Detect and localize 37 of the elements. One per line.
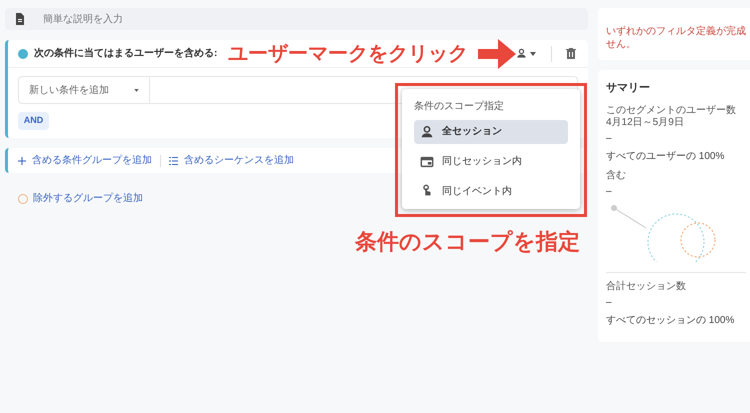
group-title: 次の条件に当てはまるユーザーを含める: bbox=[34, 46, 218, 61]
plus-icon bbox=[18, 156, 26, 164]
person-icon bbox=[516, 48, 527, 59]
menu-item[interactable]: 全セッション bbox=[414, 120, 568, 144]
metric-value: – bbox=[606, 184, 612, 198]
document-icon bbox=[15, 13, 25, 25]
caret-icon bbox=[530, 52, 536, 56]
metric-share: すべてのユーザーの 100% bbox=[606, 150, 726, 164]
description-field[interactable]: 簡単な説明を入力 bbox=[5, 8, 588, 30]
metric-value: – bbox=[606, 132, 612, 146]
annotation-text: ユーザーマークをクリック bbox=[228, 42, 468, 67]
and-button[interactable]: AND bbox=[18, 112, 49, 130]
condition-dropdown[interactable]: 新しい条件を追加 bbox=[19, 77, 150, 103]
metric-label: このセグメントのユーザー数 bbox=[606, 104, 737, 116]
arrow-icon bbox=[478, 39, 516, 69]
summary-title: サマリー bbox=[606, 81, 651, 96]
menu-title: 条件のスコープ指定 bbox=[414, 100, 505, 114]
date-range: 4月12日～5月9日 bbox=[606, 116, 685, 128]
exclude-link[interactable]: 除外するグループを追加 bbox=[18, 191, 143, 206]
add-link[interactable]: 含める条件グループを追加 bbox=[18, 153, 152, 168]
metric-label: 含む bbox=[606, 170, 627, 182]
window-icon bbox=[420, 154, 434, 168]
caret-icon bbox=[134, 88, 139, 92]
menu-item[interactable]: 同じイベント内 bbox=[414, 179, 568, 204]
metric-value: – bbox=[606, 296, 612, 310]
warning-text: せん。 bbox=[606, 38, 637, 51]
add-link[interactable]: 含めるシーケンスを追加 bbox=[169, 153, 294, 168]
warning-text: いずれかのフィルタ定義が完成 bbox=[606, 25, 746, 38]
person-icon bbox=[420, 124, 434, 139]
metric-share: すべてのセッションの 100% bbox=[606, 314, 736, 328]
delete-button[interactable] bbox=[564, 46, 578, 61]
annotation-text: 条件のスコープを指定 bbox=[355, 228, 580, 256]
description-input[interactable]: 簡単な説明を入力 bbox=[43, 12, 578, 26]
menu-item[interactable]: 同じセッション内 bbox=[414, 150, 568, 174]
metric-label: 合計セッション数 bbox=[606, 280, 687, 292]
list-icon bbox=[169, 156, 178, 164]
trash-icon bbox=[566, 48, 576, 59]
